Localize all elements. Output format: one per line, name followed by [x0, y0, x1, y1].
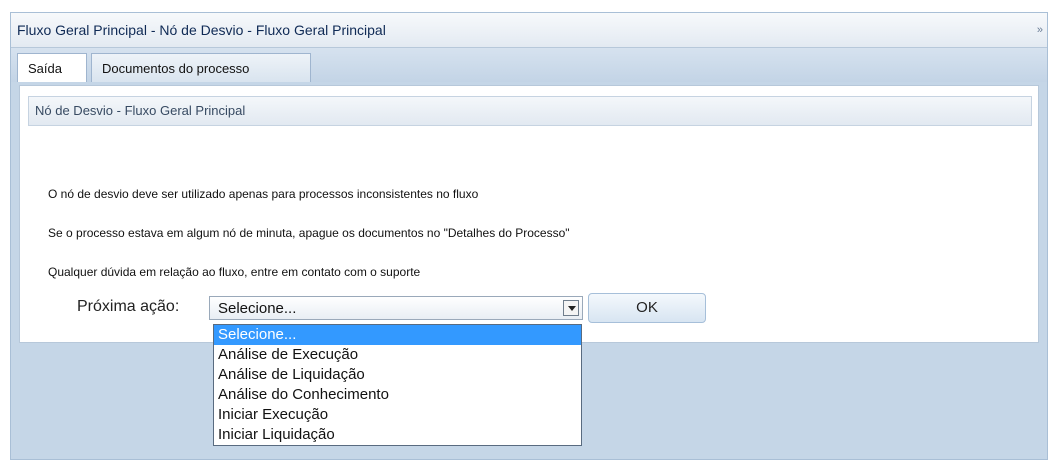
section-title: Nó de Desvio - Fluxo Geral Principal	[35, 103, 246, 118]
next-action-label: Próxima ação:	[77, 298, 180, 315]
section-header: Nó de Desvio - Fluxo Geral Principal	[28, 96, 1032, 126]
next-action-select[interactable]: Selecione...	[209, 296, 583, 320]
info-message: O nó de desvio deve ser utilizado apenas…	[48, 187, 479, 201]
panel-title: Fluxo Geral Principal - Nó de Desvio - F…	[17, 22, 386, 38]
chevron-down-icon[interactable]	[563, 300, 579, 316]
info-message: Se o processo estava em algum nó de minu…	[48, 226, 570, 240]
dropdown-option[interactable]: Selecione...	[214, 325, 581, 345]
dropdown-option[interactable]: Iniciar Liquidação	[214, 425, 581, 445]
info-message: Qualquer dúvida em relação ao fluxo, ent…	[48, 265, 421, 279]
dropdown-option[interactable]: Análise de Execução	[214, 345, 581, 365]
dropdown-option[interactable]: Análise do Conhecimento	[214, 385, 581, 405]
collapse-icon[interactable]: »	[1037, 24, 1043, 36]
tab-documentos-do-processo[interactable]: Documentos do processo	[91, 53, 311, 82]
tab-saida[interactable]: Saída	[17, 53, 87, 82]
dropdown-option[interactable]: Análise de Liquidação	[214, 365, 581, 385]
panel-header: Fluxo Geral Principal - Nó de Desvio - F…	[11, 13, 1047, 48]
ok-button[interactable]: OK	[588, 293, 706, 323]
dropdown-option[interactable]: Iniciar Execução	[214, 405, 581, 425]
tab-bar: Saída Documentos do processo	[11, 48, 1047, 82]
dropdown-list: Selecione... Análise de Execução Análise…	[213, 324, 582, 446]
select-value: Selecione...	[218, 300, 297, 317]
